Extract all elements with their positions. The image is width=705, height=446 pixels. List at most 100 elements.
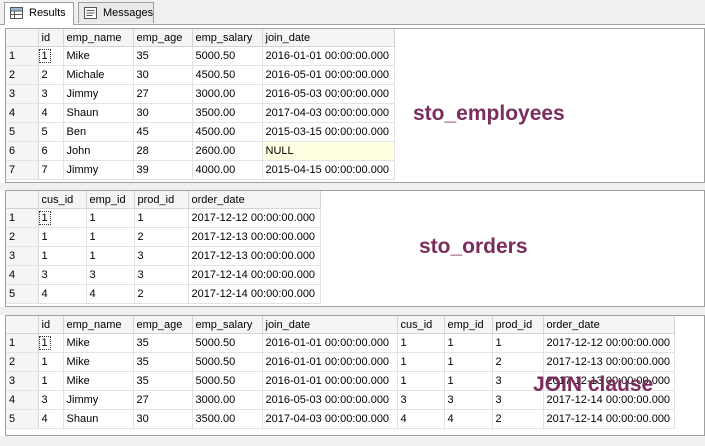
column-header-join-date[interactable]: join_date — [262, 29, 395, 47]
column-header-order-date[interactable]: order_date — [188, 191, 321, 209]
column-header-emp-age[interactable]: emp_age — [133, 316, 193, 334]
table-cell[interactable]: 4 — [86, 284, 135, 304]
table-cell[interactable]: Shaun — [63, 409, 134, 429]
table-cell[interactable]: 2 — [134, 284, 189, 304]
table-cell[interactable]: 2016-01-01 00:00:00.000 — [262, 371, 398, 391]
table-cell[interactable]: 27 — [133, 84, 193, 104]
table-row[interactable]: 4 4 Shaun 30 3500.00 2017-04-03 00:00:00.000 — [6, 103, 395, 123]
table-row[interactable]: 5 4 4 2 2017-12-14 00:00:00.000 — [6, 284, 321, 304]
table-cell[interactable]: 1 — [86, 227, 135, 247]
table-cell[interactable]: 2017-12-12 00:00:00.000 — [188, 208, 321, 228]
column-header-id[interactable]: id — [38, 316, 64, 334]
column-header-cus-id[interactable]: cus_id — [397, 316, 445, 334]
table-row[interactable]: 2 2 Michale 30 4500.50 2016-05-01 00:00:00.00… — [6, 65, 395, 85]
table-cell[interactable]: Michale — [63, 65, 134, 85]
table-cell[interactable]: 2 — [134, 227, 189, 247]
table-cell[interactable]: 3 — [38, 84, 64, 104]
table-cell[interactable]: 2017-12-13 00:00:00.000 — [188, 246, 321, 266]
splitter[interactable] — [0, 183, 705, 190]
table-cell[interactable]: 2017-04-03 00:00:00.000 — [262, 103, 395, 123]
table-cell[interactable]: 5000.50 — [192, 333, 263, 353]
result-grid-orders[interactable]: cus_id emp_id prod_id order_date 1 1 1 1 201… — [5, 190, 705, 307]
column-header-order-date[interactable]: order_date — [543, 316, 675, 334]
table-cell[interactable]: 3 — [134, 265, 189, 285]
table-cell[interactable]: 4 — [444, 409, 493, 429]
table-row[interactable]: 3 1 1 3 2017-12-13 00:00:00.000 — [6, 246, 321, 266]
table-cell[interactable]: 3000.00 — [192, 84, 263, 104]
table-cell[interactable]: 30 — [133, 65, 193, 85]
table-cell[interactable]: 35 — [133, 333, 193, 353]
column-header-emp-salary[interactable]: emp_salary — [192, 29, 263, 47]
table-cell[interactable]: 35 — [133, 46, 193, 66]
column-header-prod-id[interactable]: prod_id — [134, 191, 189, 209]
table-cell[interactable]: 2 — [492, 352, 544, 372]
table-cell[interactable]: 30 — [133, 409, 193, 429]
column-header-emp-name[interactable]: emp_name — [63, 316, 134, 334]
row-number[interactable]: 1 — [6, 46, 39, 66]
table-cell[interactable]: 3500.00 — [192, 409, 263, 429]
row-number[interactable]: 3 — [6, 84, 39, 104]
table-cell[interactable]: Jimmy — [63, 390, 134, 410]
table-cell[interactable]: 2017-12-12 00:00:00.000 — [543, 333, 675, 353]
column-header-emp-age[interactable]: emp_age — [133, 29, 193, 47]
table-cell[interactable]: 1 — [444, 371, 493, 391]
row-number[interactable]: 2 — [6, 227, 39, 247]
table-cell[interactable]: 3 — [444, 390, 493, 410]
row-number[interactable]: 7 — [6, 160, 39, 180]
column-header-emp-salary[interactable]: emp_salary — [192, 316, 263, 334]
table-cell[interactable]: 2017-12-14 00:00:00.000 — [188, 284, 321, 304]
table-cell[interactable]: 5000.50 — [192, 371, 263, 391]
row-number[interactable]: 4 — [6, 265, 39, 285]
table-cell[interactable]: 3 — [38, 265, 87, 285]
table-cell[interactable]: 5 — [38, 122, 64, 142]
table-row[interactable]: 6 6 John 28 2600.00 NULL — [6, 141, 395, 161]
table-cell[interactable]: 27 — [133, 390, 193, 410]
table-cell[interactable]: 1 — [397, 352, 445, 372]
table-cell[interactable]: 1 — [86, 208, 135, 228]
table-row[interactable]: 1 1 1 1 2017-12-12 00:00:00.000 — [6, 208, 321, 228]
table-cell[interactable]: 3 — [397, 390, 445, 410]
table-cell[interactable]: 1 — [38, 227, 87, 247]
table-cell[interactable]: 35 — [133, 352, 193, 372]
table-row[interactable]: 3 3 Jimmy 27 3000.00 2016-05-03 00:00:00.000 — [6, 84, 395, 104]
table-cell[interactable]: 1 — [444, 352, 493, 372]
table-row[interactable]: 1 1 Mike 35 5000.50 2016-01-01 00:00:00.000 — [6, 46, 395, 66]
column-header-emp-id[interactable]: emp_id — [444, 316, 493, 334]
table-cell[interactable]: 5000.50 — [192, 46, 263, 66]
table-cell[interactable]: 1 — [38, 246, 87, 266]
column-header-join-date[interactable]: join_date — [262, 316, 398, 334]
table-cell[interactable]: Mike — [63, 371, 134, 391]
column-header-prod-id[interactable]: prod_id — [492, 316, 544, 334]
table-row[interactable]: 4 3 3 3 2017-12-14 00:00:00.000 — [6, 265, 321, 285]
table-cell[interactable]: 3 — [134, 246, 189, 266]
table-cell[interactable]: 1 — [38, 352, 64, 372]
table-cell[interactable]: 6 — [38, 141, 64, 161]
table-row[interactable]: 7 7 Jimmy 39 4000.00 2015-04-15 00:00:00.000 — [6, 160, 395, 180]
table-cell[interactable]: 1 — [397, 333, 445, 353]
table-cell[interactable]: Shaun — [63, 103, 134, 123]
row-number[interactable]: 1 — [6, 333, 39, 353]
column-header-emp-name[interactable]: emp_name — [63, 29, 134, 47]
tab-results[interactable]: Results — [4, 2, 74, 25]
table-cell[interactable]: 3500.00 — [192, 103, 263, 123]
table-cell[interactable]: 2016-05-03 00:00:00.000 — [262, 84, 395, 104]
table-row[interactable]: 2 1 1 2 2017-12-13 00:00:00.000 — [6, 227, 321, 247]
table-cell[interactable]: 4000.00 — [192, 160, 263, 180]
table-row[interactable]: 5 5 Ben 45 4500.00 2015-03-15 00:00:00.000 — [6, 122, 395, 142]
tab-messages[interactable]: Messages — [78, 2, 154, 23]
table-cell[interactable]: 2017-04-03 00:00:00.000 — [262, 409, 398, 429]
table-cell[interactable]: 4 — [38, 409, 64, 429]
table-cell[interactable]: 2016-05-01 00:00:00.000 — [262, 65, 395, 85]
table-cell[interactable]: NULL — [262, 141, 395, 161]
table-cell[interactable]: 1 — [38, 46, 64, 66]
table-cell[interactable]: 28 — [133, 141, 193, 161]
row-number[interactable]: 3 — [6, 246, 39, 266]
table-cell[interactable]: Jimmy — [63, 84, 134, 104]
table-cell[interactable]: 2017-12-14 00:00:00.000 — [543, 409, 675, 429]
column-header-cus-id[interactable]: cus_id — [38, 191, 87, 209]
row-number[interactable]: 4 — [6, 390, 39, 410]
table-cell[interactable]: 2016-01-01 00:00:00.000 — [262, 333, 398, 353]
row-number[interactable]: 3 — [6, 371, 39, 391]
result-grid-join[interactable]: id emp_name emp_age emp_salary join_date… — [5, 315, 705, 436]
row-number[interactable]: 2 — [6, 352, 39, 372]
